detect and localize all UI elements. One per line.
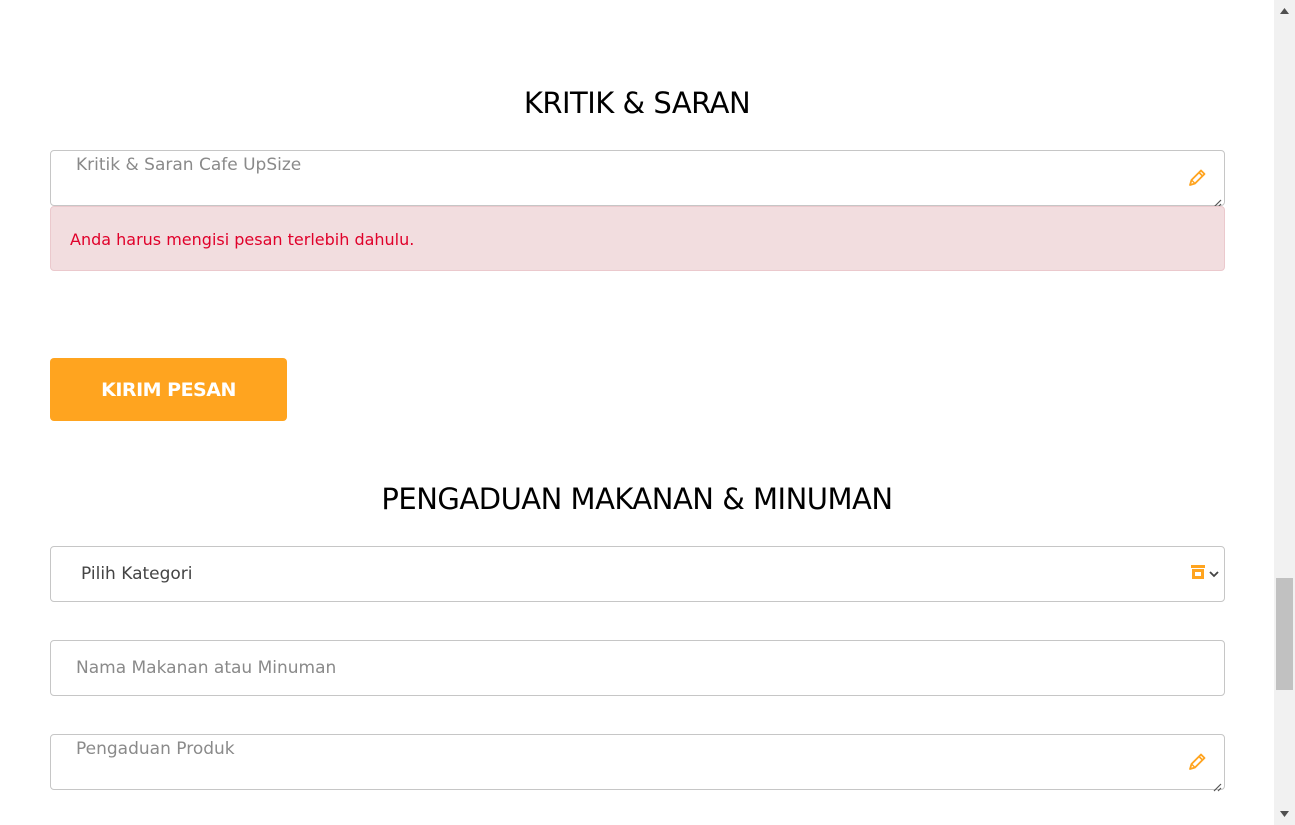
pencil-icon <box>1186 167 1208 189</box>
kategori-select-icons <box>1190 563 1220 586</box>
kritik-saran-title: KRITIK & SARAN <box>523 86 751 120</box>
error-alert: Anda harus mengisi pesan terlebih dahulu… <box>50 206 1225 271</box>
kritik-saran-textarea-wrapper <box>50 150 1225 208</box>
kategori-select[interactable]: Pilih Kategori <box>50 546 1225 602</box>
pengaduan-textarea[interactable] <box>51 735 1224 789</box>
main-content: KRITIK & SARAN Anda harus mengisi pesan … <box>0 0 1274 825</box>
pencil-icon <box>1186 751 1208 773</box>
nama-produk-input[interactable] <box>51 641 1224 695</box>
store-icon <box>1190 563 1206 586</box>
kirim-pesan-button[interactable]: KIRIM PESAN <box>50 358 287 421</box>
resize-handle-icon[interactable] <box>1212 193 1222 208</box>
pengaduan-textarea-wrapper <box>50 734 1225 792</box>
pengaduan-title: PENGADUAN MAKANAN & MINUMAN <box>381 482 893 516</box>
resize-handle-icon[interactable] <box>1212 777 1222 792</box>
scroll-down-arrow-icon[interactable] <box>1274 805 1295 822</box>
kategori-selected-value: Pilih Kategori <box>81 564 193 584</box>
kritik-saran-textarea[interactable] <box>51 151 1224 205</box>
scroll-up-arrow-icon[interactable] <box>1274 2 1295 19</box>
chevron-down-icon <box>1208 565 1220 585</box>
vertical-scrollbar[interactable] <box>1274 0 1295 825</box>
scrollbar-thumb[interactable] <box>1276 578 1293 690</box>
nama-produk-input-wrapper <box>50 640 1225 696</box>
page: KRITIK & SARAN Anda harus mengisi pesan … <box>0 0 1295 825</box>
